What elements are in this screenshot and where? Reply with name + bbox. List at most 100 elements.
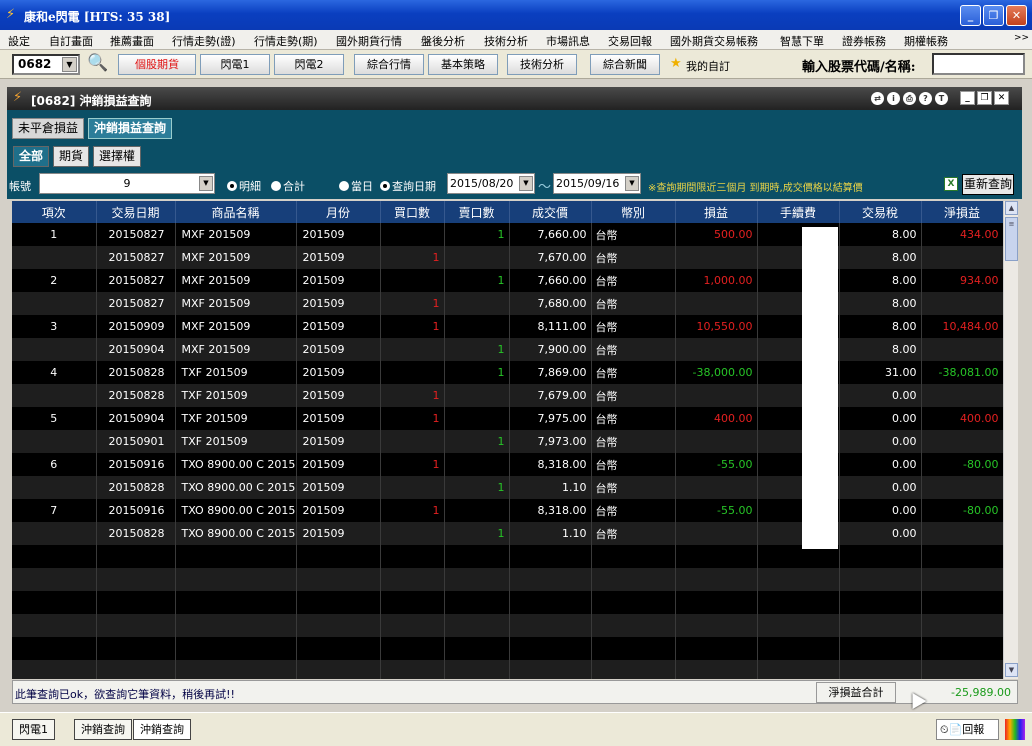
account-select[interactable]: 9 ▼ [39, 173, 215, 194]
flash2-button[interactable]: 閃電2 [274, 54, 344, 75]
table-row[interactable]: 20150827 MXF 201509 201509 1 7,670.00 台幣 8.00 [12, 246, 1003, 269]
search-icon[interactable]: 🔍 [87, 53, 108, 73]
flash1-button[interactable]: 閃電1 [200, 54, 270, 75]
table-cell [591, 568, 676, 591]
table-cell: MXF 201509 [175, 223, 297, 246]
table-row[interactable]: 2 20150827 MXF 201509 201509 1 7,660.00 台幣 1,00… [12, 269, 1003, 292]
stock-code-input[interactable] [932, 53, 1025, 75]
help-icon[interactable]: ? [919, 92, 932, 105]
column-header[interactable]: 淨損益 [921, 201, 1003, 223]
column-header[interactable]: 交易日期 [96, 201, 176, 223]
tab-offset-pnl-query[interactable]: 沖銷損益查詢 [88, 118, 173, 139]
column-header[interactable]: 項次 [12, 201, 97, 223]
table-row[interactable]: 20150827 MXF 201509 201509 1 7,680.00 台幣 8.00 [12, 292, 1003, 315]
table-row[interactable]: 20150901 TXF 201509 201509 1 7,973.00 台幣 0.00 [12, 430, 1003, 453]
tab-futures[interactable]: 期貨 [53, 146, 90, 167]
task-offset-query-1[interactable]: 沖銷查詢 [74, 719, 132, 740]
menu-item-after-hours[interactable]: 盤後分析 [421, 33, 465, 49]
basic-strategy-button[interactable]: 基本策略 [428, 54, 498, 75]
scroll-up-button[interactable]: ▲ [1005, 201, 1018, 215]
table-row[interactable]: 4 20150828 TXF 201509 201509 1 7,869.00 台幣 -38,… [12, 361, 1003, 384]
table-row[interactable]: 6 20150916 TXO 8900.00 C 2015 201509 1 8,318.… [12, 453, 1003, 476]
menu-item-options-account[interactable]: 期權帳務 [904, 33, 948, 49]
panel-close-button[interactable]: ✕ [994, 91, 1009, 105]
menu-more-button[interactable]: >> [1014, 33, 1029, 43]
column-header[interactable]: 成交價 [509, 201, 592, 223]
close-button[interactable]: ✕ [1006, 5, 1027, 26]
menu-item-foreign-futures-account[interactable]: 國外期貨交易帳務 [670, 33, 758, 49]
stock-futures-button[interactable]: 個股期貨 [118, 54, 196, 75]
column-header[interactable]: 買口數 [380, 201, 445, 223]
vertical-scrollbar[interactable]: ▲ ≡ ▼ [1003, 201, 1018, 679]
technical-analysis-button[interactable]: 技術分析 [507, 54, 577, 75]
table-cell [444, 499, 510, 522]
menu-item-quote-stock[interactable]: 行情走勢(證) [172, 33, 236, 49]
tab-open-position-pnl[interactable]: 未平倉損益 [12, 118, 85, 139]
column-header[interactable]: 交易稅 [839, 201, 922, 223]
code-combobox[interactable]: 0682 ▼ [12, 54, 80, 75]
column-header[interactable]: 商品名稱 [175, 201, 297, 223]
minimize-button[interactable]: _ [960, 5, 981, 26]
composite-news-button[interactable]: 綜合新聞 [590, 54, 660, 75]
task-flash1[interactable]: 閃電1 [12, 719, 55, 740]
menu-item-settings[interactable]: 設定 [8, 33, 30, 49]
scroll-down-button[interactable]: ▼ [1005, 663, 1018, 677]
table-row[interactable]: 3 20150909 MXF 201509 201509 1 8,111.00 台幣 10,5… [12, 315, 1003, 338]
column-header[interactable]: 幣別 [591, 201, 676, 223]
table-cell: -80.00 [921, 499, 1003, 522]
chevron-down-icon[interactable]: ▼ [625, 176, 639, 191]
table-row[interactable]: 20150828 TXO 8900.00 C 2015 201509 1 1.10 台幣 0… [12, 476, 1003, 499]
column-header[interactable]: 手續費 [757, 201, 840, 223]
table-row[interactable]: 20150828 TXO 8900.00 C 2015 201509 1 1.10 台幣 0… [12, 522, 1003, 545]
menu-item-market-news[interactable]: 市場訊息 [546, 33, 590, 49]
menu-item-trade-report[interactable]: 交易回報 [608, 33, 652, 49]
table-row[interactable]: 5 20150904 TXF 201509 201509 1 7,975.00 台幣 400.… [12, 407, 1003, 430]
column-header[interactable]: 賣口數 [444, 201, 510, 223]
table-row[interactable]: 20150828 TXF 201509 201509 1 7,679.00 台幣 0.00 [12, 384, 1003, 407]
table-cell: 0.00 [839, 476, 922, 499]
menu-item-technical-analysis[interactable]: 技術分析 [484, 33, 528, 49]
composite-quote-button[interactable]: 綜合行情 [354, 54, 424, 75]
chevron-down-icon[interactable]: ▼ [199, 176, 213, 191]
table-cell: 7,900.00 [509, 338, 592, 361]
maximize-button[interactable]: ❐ [983, 5, 1004, 26]
table-row[interactable]: 7 20150916 TXO 8900.00 C 2015 201509 1 8,318.… [12, 499, 1003, 522]
column-header[interactable]: 月份 [296, 201, 381, 223]
task-offset-query-2[interactable]: 沖銷查詢 [133, 719, 191, 740]
table-row[interactable]: 20150904 MXF 201509 201509 1 7,900.00 台幣 8.00 [12, 338, 1003, 361]
menu-item-custom-screen[interactable]: 自訂畫面 [49, 33, 93, 49]
panel-minimize-button[interactable]: _ [960, 91, 975, 105]
total-radio[interactable]: 合計 [271, 178, 305, 194]
chevron-down-icon[interactable]: ▼ [62, 57, 77, 72]
info-icon[interactable]: i [887, 92, 900, 105]
column-header[interactable]: 損益 [675, 201, 758, 223]
my-custom-link[interactable]: 我的自訂 [686, 58, 730, 74]
menu-item-recommend-screen[interactable]: 推薦畫面 [110, 33, 154, 49]
table-row[interactable]: 1 20150827 MXF 201509 201509 1 7,660.00 台幣 500.… [12, 223, 1003, 246]
empty-table-row [12, 614, 1003, 637]
tab-all[interactable]: 全部 [13, 146, 50, 167]
scroll-thumb[interactable]: ≡ [1005, 217, 1018, 261]
date-to-select[interactable]: 2015/09/16 ▼ [553, 173, 641, 194]
print-icon[interactable]: ⎙ [903, 92, 916, 105]
table-cell: TXF 201509 [175, 407, 297, 430]
refresh-query-button[interactable]: 重新查詢 [962, 174, 1014, 195]
pin-icon[interactable]: T [935, 92, 948, 105]
menu-item-foreign-futures-quote[interactable]: 國外期貨行情 [336, 33, 402, 49]
tab-options[interactable]: 選擇權 [93, 146, 142, 167]
query-date-radio[interactable]: 查詢日期 [380, 178, 436, 194]
detail-radio[interactable]: 明細 [227, 178, 261, 194]
link-icon[interactable]: ⇄ [871, 92, 884, 105]
color-palette-icon[interactable] [1005, 719, 1025, 740]
chevron-down-icon[interactable]: ▼ [519, 176, 533, 191]
menu-item-quote-futures[interactable]: 行情走勢(期) [254, 33, 318, 49]
excel-export-icon[interactable]: X [944, 177, 958, 191]
menu-item-smart-order[interactable]: 智慧下單 [780, 33, 824, 49]
report-tray-button[interactable]: ⏲📄回報 [936, 719, 999, 740]
date-from-select[interactable]: 2015/08/20 ▼ [447, 173, 535, 194]
today-radio[interactable]: 當日 [339, 178, 373, 194]
menu-item-securities-account[interactable]: 證券帳務 [842, 33, 886, 49]
table-cell [675, 430, 758, 453]
panel-restore-button[interactable]: ❐ [977, 91, 992, 105]
table-cell: 20150828 [96, 476, 176, 499]
